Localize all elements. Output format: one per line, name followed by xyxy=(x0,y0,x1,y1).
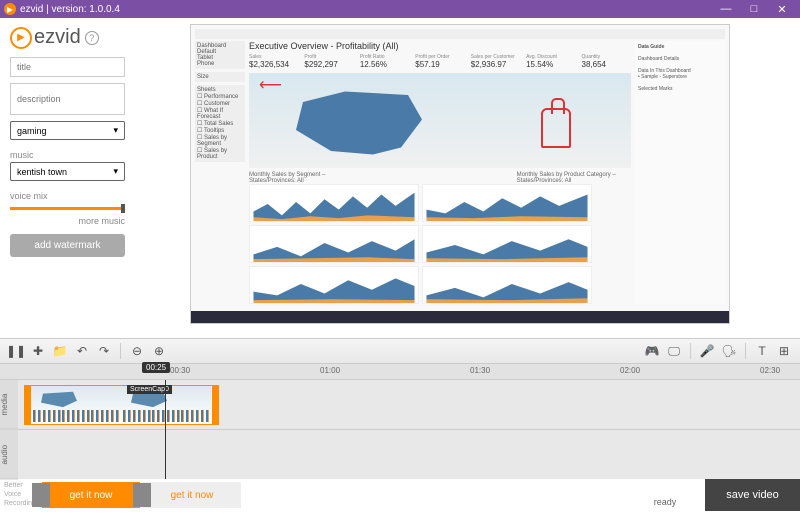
preview-window-chrome xyxy=(195,29,725,39)
app-icon: ▶ xyxy=(4,3,16,15)
zoom-in-button[interactable]: ⊕ xyxy=(151,343,167,359)
chevron-down-icon: ▾ xyxy=(113,125,118,136)
category-value: gaming xyxy=(17,126,47,136)
kpi-row: Sales$2,326,534 Profit$292,297 Profit Ra… xyxy=(249,54,631,69)
minimize-button[interactable]: — xyxy=(712,3,740,15)
category-select[interactable]: gaming ▾ xyxy=(10,121,125,140)
pause-button[interactable]: ❚❚ xyxy=(8,343,24,359)
music-label: music xyxy=(10,150,130,160)
gamepad-icon[interactable]: 🎮 xyxy=(644,343,660,359)
screen-capture-button[interactable]: 🖵 xyxy=(666,343,682,359)
logo: ▶ ezvid ? xyxy=(10,26,130,49)
media-track[interactable]: ScreenCap0 xyxy=(18,380,800,430)
voice-mix-label: voice mix xyxy=(10,191,130,201)
logo-text: ezvid xyxy=(34,26,81,49)
timeline-ruler[interactable]: 00:25 00:30 01:00 01:30 02:00 02:30 xyxy=(0,364,800,380)
redo-button[interactable]: ↷ xyxy=(96,343,112,359)
window-title: ezvid | version: 1.0.0.4 xyxy=(20,4,712,15)
music-select[interactable]: kentish town ▾ xyxy=(10,162,125,181)
description-input[interactable] xyxy=(10,83,125,115)
add-watermark-button[interactable]: add watermark xyxy=(10,234,125,257)
timeline: 00:25 00:30 01:00 01:30 02:00 02:30 medi… xyxy=(0,364,800,479)
music-value: kentish town xyxy=(17,167,67,177)
promo-button-2[interactable]: get it now xyxy=(143,482,241,508)
audio-track[interactable] xyxy=(18,430,800,479)
chart-grid xyxy=(249,184,631,304)
video-effects-button[interactable]: ⊞ xyxy=(776,343,792,359)
logo-icon: ▶ xyxy=(10,27,32,49)
footer: BetterVoiceRecording get it now get it n… xyxy=(0,479,800,511)
zoom-out-button[interactable]: ⊖ xyxy=(129,343,145,359)
slider-thumb[interactable] xyxy=(121,204,125,213)
dashboard-title: Executive Overview - Profitability (All) xyxy=(249,41,631,51)
playhead-line[interactable] xyxy=(165,380,166,479)
promo-button-1[interactable]: get it now xyxy=(42,482,140,508)
us-map-shape xyxy=(289,88,429,158)
media-track-label: media xyxy=(0,380,18,430)
audio-track-label: audio xyxy=(0,430,18,480)
clip-handle-right[interactable] xyxy=(212,386,218,424)
video-preview: DashboardDefaultTabletPhone Size Sheets☐… xyxy=(190,24,730,324)
status-text: ready xyxy=(625,479,705,511)
voice-mix-slider[interactable] xyxy=(10,207,125,210)
window-titlebar: ▶ ezvid | version: 1.0.0.4 — □ ✕ xyxy=(0,0,800,18)
open-folder-button[interactable]: 📁 xyxy=(52,343,68,359)
annotation-arrow-icon: ⟵ xyxy=(259,75,282,95)
save-video-button[interactable]: save video xyxy=(705,479,800,511)
title-input[interactable] xyxy=(10,57,125,77)
toolbar: ❚❚ ✚ 📁 ↶ ↷ ⊖ ⊕ 🎮 🖵 🎤 🗣 T ⊞ xyxy=(0,338,800,364)
annotation-thumbs-up-icon xyxy=(541,108,571,148)
playhead-time: 00:25 xyxy=(142,362,170,373)
timeline-clip[interactable]: ScreenCap0 xyxy=(24,385,219,425)
chevron-down-icon: ▾ xyxy=(113,166,118,177)
map-chart: ⟵ xyxy=(249,73,631,168)
preview-data-guide: Data GuideDashboard DetailsData In This … xyxy=(635,41,725,304)
maximize-button[interactable]: □ xyxy=(740,3,768,15)
undo-button[interactable]: ↶ xyxy=(74,343,90,359)
close-button[interactable]: ✕ xyxy=(768,3,796,16)
microphone-button[interactable]: 🎤 xyxy=(699,343,715,359)
sidebar: ▶ ezvid ? gaming ▾ music kentish town ▾ … xyxy=(0,18,140,338)
voice-synth-button[interactable]: 🗣 xyxy=(721,343,737,359)
preview-dashboard-sidebar: DashboardDefaultTabletPhone Size Sheets☐… xyxy=(195,41,245,304)
help-icon[interactable]: ? xyxy=(85,31,99,45)
more-music-link[interactable]: more music xyxy=(10,216,125,226)
preview-taskbar xyxy=(191,311,729,323)
add-media-button[interactable]: ✚ xyxy=(30,343,46,359)
preview-canvas: DashboardDefaultTabletPhone Size Sheets☐… xyxy=(140,18,800,338)
text-button[interactable]: T xyxy=(754,343,770,359)
